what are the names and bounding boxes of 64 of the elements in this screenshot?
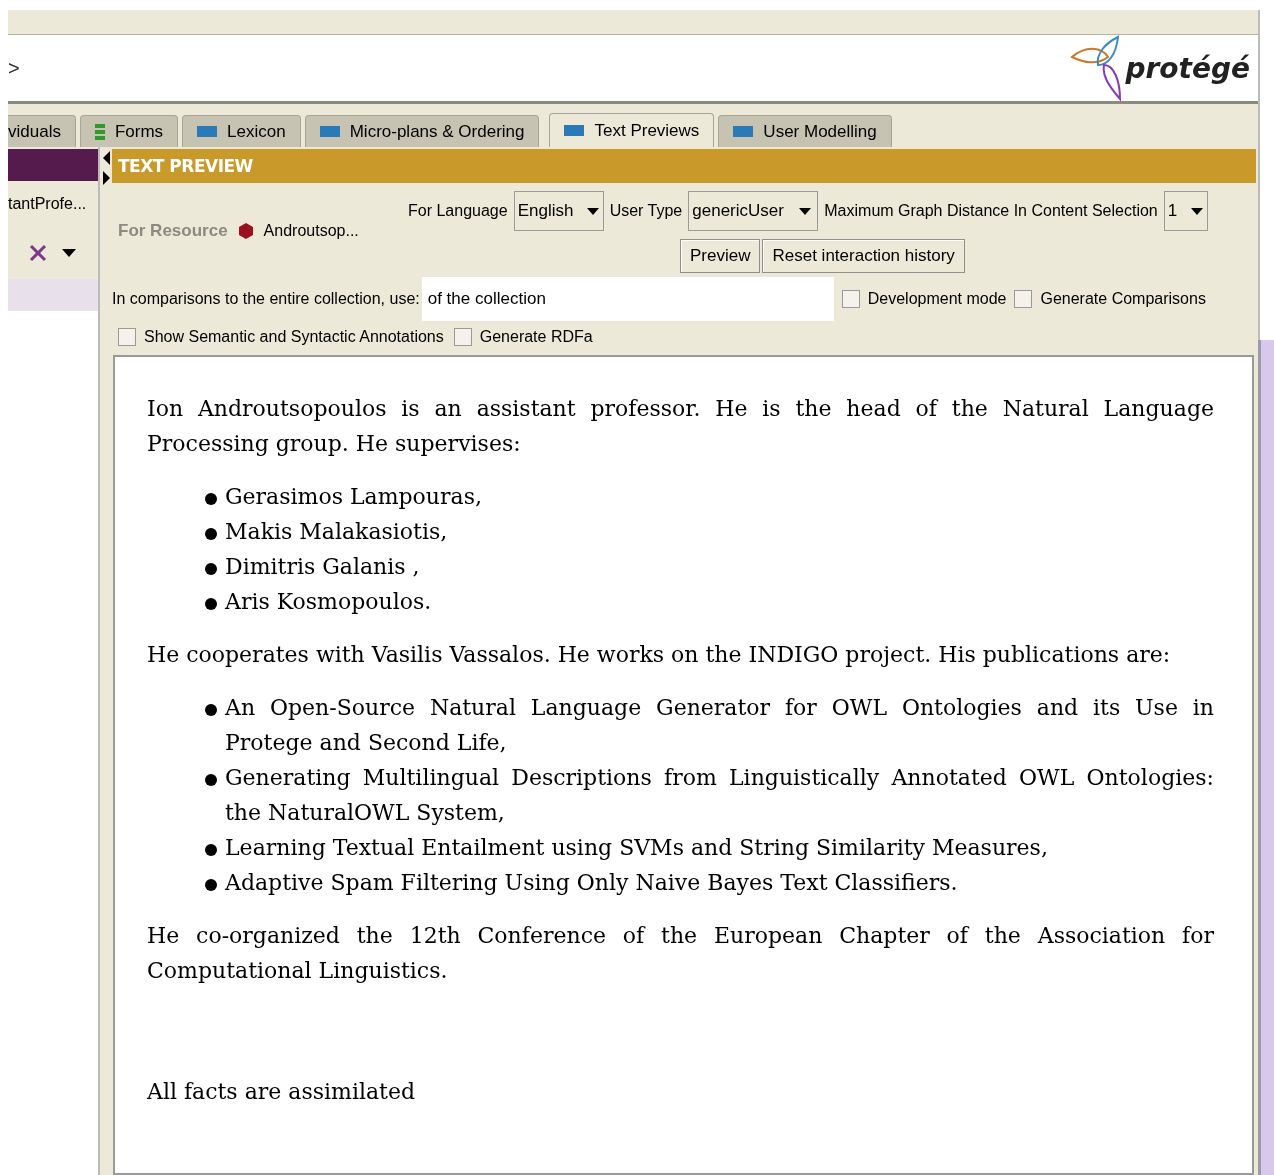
tab[interactable]: Micro-plans & Ordering <box>304 115 540 147</box>
checkbox[interactable] <box>1014 290 1033 308</box>
checkbox-label: Development mode <box>867 290 1007 308</box>
dropdown[interactable]: genericUser <box>688 191 819 231</box>
resource-name: Androutsop... <box>263 222 359 240</box>
caret-icon[interactable] <box>62 249 76 257</box>
input-field[interactable]: of the collection <box>421 277 834 321</box>
status-text: All facts are assimilated <box>147 1078 417 1106</box>
list-item-text: An Open-Source Natural Language Generator for OWL Ontologies and its Use in Protege and Second Life, <box>225 694 1214 757</box>
checkbox[interactable] <box>118 328 136 346</box>
bullet-icon <box>205 528 217 540</box>
caret-icon <box>1191 207 1204 215</box>
caret-icon <box>799 207 812 215</box>
field-label: For Resource <box>118 221 228 241</box>
button[interactable]: Reset interaction history <box>762 239 965 273</box>
tab-icon <box>319 126 340 137</box>
list-item[interactable]: tantProfe... <box>8 181 98 227</box>
tab-icon <box>564 125 585 136</box>
tab[interactable]: User Modelling <box>718 115 892 147</box>
tab-icon <box>197 126 218 137</box>
field-label: Maximum Graph Distance In Content Selection <box>824 202 1158 220</box>
dropdown[interactable]: 1 <box>1163 191 1208 231</box>
list-item-text: Gerasimos Lampouras, <box>225 483 483 511</box>
bars-icon <box>94 123 105 140</box>
tab[interactable]: Lexicon <box>182 115 301 147</box>
bullet-icon <box>205 598 217 610</box>
tab[interactable]: Text Previews <box>549 113 715 147</box>
tab-icon <box>733 126 754 137</box>
list-item-text: Adaptive Spam Filtering Using Only Naive Bayes Text Classifiers. <box>225 869 959 897</box>
delete-icon[interactable] <box>28 243 48 263</box>
field-label: User Type <box>609 202 683 220</box>
caret-icon <box>587 207 600 215</box>
logo-text: protégé <box>1125 51 1250 85</box>
bullet-icon <box>205 563 217 575</box>
paragraph: He co-organized the 12th Conference of the European Chapter of the Association for Computational Linguistics. <box>147 922 1214 985</box>
list-item-text: Learning Textual Entailment using SVMs and String Similarity Measures, <box>225 834 1049 862</box>
list-item-text: Dimitris Galanis , <box>225 553 421 581</box>
field-label: For Language <box>408 202 508 220</box>
checkbox-label: Show Semantic and Syntactic Annotations <box>144 328 444 346</box>
list-item-text: Aris Kosmopoulos. <box>225 588 433 616</box>
paragraph: Ion Androutsopoulos is an assistant professor. He is the head of the Natural Language Processing group. He supervises: <box>147 395 1214 458</box>
individual-icon <box>237 223 254 239</box>
checkbox[interactable] <box>453 328 472 346</box>
button[interactable]: Preview <box>680 239 761 273</box>
dropdown[interactable]: English <box>513 191 604 231</box>
bullet-icon <box>205 774 217 786</box>
breadcrumb-arrow: > <box>8 56 20 80</box>
bullet-icon <box>205 879 217 891</box>
collapse-arrow-icon[interactable] <box>102 151 110 165</box>
paragraph: He cooperates with Vasilis Vassalos. He works on the INDIGO project. His publications are: <box>147 641 1172 669</box>
field-label: In comparisons to the entire collection, use: <box>112 290 420 308</box>
tab[interactable]: Forms <box>79 115 179 147</box>
scrollbar[interactable] <box>1258 340 1274 1175</box>
checkbox-label: Generate RDFa <box>479 328 593 346</box>
bullet-icon <box>205 493 217 505</box>
tab[interactable]: viduals <box>8 115 76 147</box>
checkbox-label: Generate Comparisons <box>1040 290 1206 308</box>
bullet-icon <box>205 704 217 716</box>
panel-title: TEXT PREVIEW <box>112 149 1256 183</box>
list-item-text: Makis Malakasiotis, <box>225 518 449 546</box>
checkbox[interactable] <box>841 290 860 308</box>
bullet-icon <box>205 844 217 856</box>
list-item-text: Generating Multilingual Descriptions from Linguistically Annotated OWL Ontologies: the NaturalOWL System, <box>225 764 1214 827</box>
expand-arrow-icon[interactable] <box>102 171 110 185</box>
